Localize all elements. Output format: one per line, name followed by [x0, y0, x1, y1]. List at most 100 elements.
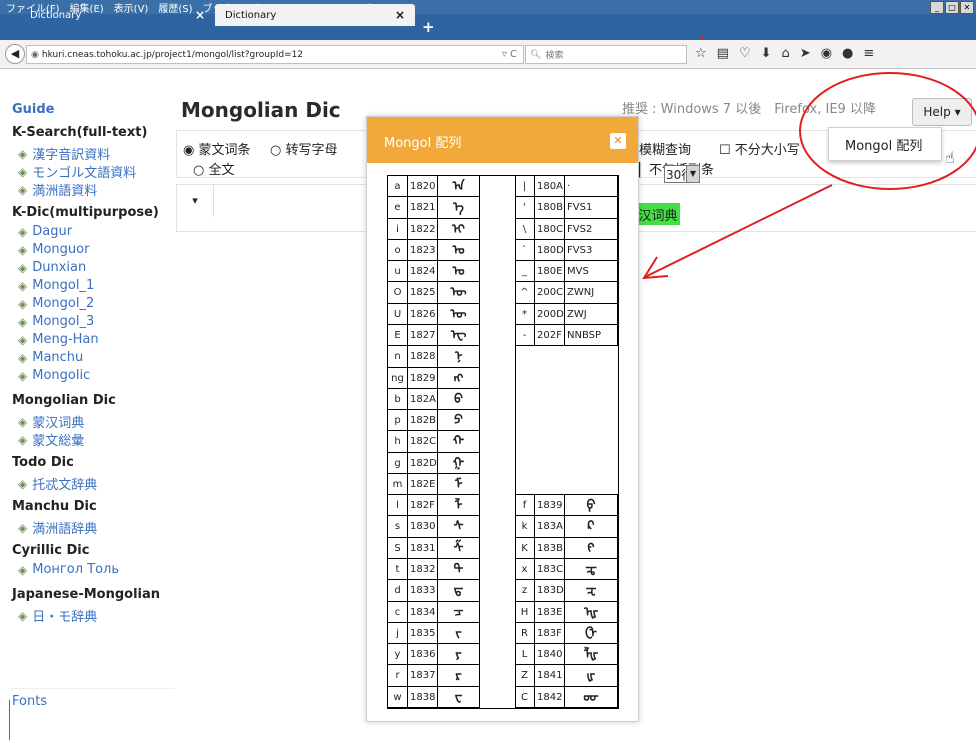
table-cell: * [515, 303, 535, 325]
table-cell: ᠿ [565, 622, 618, 645]
table-cell: ᠲ [438, 559, 480, 581]
table-cell: ᠯ [438, 495, 480, 517]
radio-fulltext[interactable]: ○ 全文 [193, 159, 235, 178]
sidebar-item[interactable]: ◈ Mongol_3 [18, 314, 94, 329]
table-cell: 1833 [408, 580, 438, 602]
table-cell: 202F [535, 324, 565, 347]
table-cell: R [515, 622, 535, 645]
sidebar-item[interactable]: ◈ 日・モ辞典 [18, 606, 97, 626]
table-cell: ᠡ [438, 197, 480, 219]
sidebar-item[interactable]: ◈ 漢字音訳資料 [18, 144, 110, 164]
radio-mongol-entry[interactable]: ◉ 蒙文词条 [183, 139, 251, 158]
sidebar-section-title: K-Search(full-text) [12, 125, 148, 140]
search-input[interactable]: 🔍︎ 検索 [525, 45, 687, 64]
close-tab-icon[interactable]: × [395, 8, 405, 22]
minimize-button[interactable]: _ [930, 1, 944, 14]
table-cell: 182A [408, 388, 438, 411]
reload-icon[interactable]: ▿ C [502, 49, 517, 60]
table-cell: ' [515, 197, 535, 219]
maximize-button[interactable]: □ [945, 1, 959, 14]
hamburger-menu-icon[interactable]: ≡ [863, 46, 874, 61]
book-icon: ◈ [18, 314, 28, 329]
sidebar-item-label: 満洲語資料 [32, 184, 98, 199]
sidebar-item[interactable]: ◈ 蒙文総彙 [18, 430, 84, 450]
table-cell: ng [388, 367, 408, 389]
table-cell: 1836 [408, 644, 438, 666]
sidebar-item[interactable]: ◈ Meng-Han [18, 332, 99, 347]
home-icon[interactable]: ⌂ [782, 46, 790, 61]
dropdown-button[interactable]: ▾ [177, 185, 214, 217]
sidebar-item[interactable]: ◈ Dunxian [18, 260, 86, 275]
sidebar-item-label: Dunxian [32, 260, 87, 275]
sidebar-item[interactable]: ◈ モンゴル文語資料 [18, 162, 136, 182]
table-cell: NNBSP [565, 324, 618, 347]
rows-select[interactable]: 30行 ▼ [664, 165, 700, 183]
help-menu-item-mongol[interactable]: Mongol 配列 [845, 135, 922, 154]
close-window-button[interactable]: ✕ [960, 1, 974, 14]
table-cell: ᠶ [438, 644, 480, 666]
download-icon[interactable]: ⬇ [761, 46, 772, 61]
tab-label: Dictionary [225, 9, 277, 21]
star-icon[interactable]: ☆ [695, 46, 707, 61]
sidebar-item[interactable]: ◈ 満洲語資料 [18, 180, 98, 200]
sidebar-item[interactable]: ◈ 蒙汉词典 [18, 412, 85, 432]
back-button[interactable]: ◀ [5, 44, 25, 64]
table-cell: 182B [408, 410, 438, 432]
sidebar-item[interactable]: ◈ Monguor [18, 242, 89, 257]
sidebar-item[interactable]: ◈ Mongol_2 [18, 296, 94, 311]
sidebar: Guide K-Search(full-text) ◈ 漢字音訳資料 ◈ モンゴル文語資料… [0, 98, 175, 709]
sidebar-item[interactable]: ◈ Mongolic [18, 368, 90, 383]
radio-label: 蒙文词条 [198, 143, 251, 158]
table-cell: ᠹ [565, 495, 618, 517]
search-icon: 🔍︎ [530, 49, 542, 60]
sidebar-item-label: 蒙汉词典 [32, 416, 85, 431]
url-bar[interactable]: ◉ hkuri.cneas.tohoku.ac.jp/project1/mong… [26, 45, 524, 64]
help-button[interactable]: Help ▾ [912, 98, 972, 126]
case-insensitive-checkbox[interactable]: ☐ 不分大小写 [719, 139, 800, 158]
new-tab-button[interactable]: + [422, 18, 435, 36]
sidebar-item[interactable]: ◈ Dagur [18, 224, 72, 239]
table-cell: ᠥ [438, 282, 480, 304]
chat-icon[interactable]: ● [842, 46, 853, 61]
sidebar-section-title: Manchu Dic [12, 499, 97, 514]
sidebar-item-label: Mongolic [32, 368, 91, 383]
radio-transliteration[interactable]: ○ 转写字母 [270, 139, 338, 158]
table-cell: ZWNJ [565, 282, 618, 304]
pocket-icon[interactable]: ♡ [739, 46, 751, 61]
url-text: hkuri.cneas.tohoku.ac.jp/project1/mongol… [41, 49, 304, 60]
sidebar-item[interactable]: ◈ 満洲語辞典 [18, 518, 97, 538]
table-cell: FVS2 [565, 218, 618, 240]
table-cell: f [515, 495, 535, 517]
reading-list-icon[interactable]: ▤ [717, 46, 729, 61]
table-cell: 182C [408, 431, 438, 453]
modal-title: Mongol 配列 [384, 136, 462, 151]
book-icon: ◈ [18, 368, 28, 383]
sidebar-item-label: 托忒文辞典 [32, 478, 98, 493]
table-cell: x [515, 559, 535, 581]
sidebar-fonts-link[interactable]: Fonts [12, 694, 47, 709]
table-cell: 1822 [408, 218, 438, 240]
send-icon[interactable]: ➤ [800, 46, 811, 61]
sidebar-item[interactable]: ◈ Mongol_1 [18, 278, 94, 293]
table-cell: 200D [535, 303, 565, 325]
tab-dictionary-2[interactable]: Dictionary × [215, 4, 415, 26]
sidebar-item[interactable]: ◈ Manchu [18, 350, 83, 365]
table-cell: ᠮ [438, 473, 480, 496]
sidebar-section-title: Japanese-Mongolian [12, 587, 161, 602]
table-cell: ᡀ [565, 644, 618, 666]
sidebar-item[interactable]: ◈ Монгол Толь [18, 562, 119, 577]
table-cell: ^ [515, 282, 535, 304]
dictionary-button[interactable]: 汉词典 [636, 203, 680, 225]
left-edge-line [9, 700, 10, 740]
mongol-layout-modal: Mongol 配列 ✕ a 1820 ᠠ e 1821 ᠡ i 1822 ᠢ o 1823 ᠣ u 182… [366, 116, 639, 722]
book-icon: ◈ [18, 164, 28, 179]
close-tab-icon[interactable]: × [195, 8, 205, 22]
sidebar-item[interactable]: ◈ 托忒文辞典 [18, 474, 98, 494]
tab-dictionary-1[interactable]: Dictionary × [0, 4, 215, 26]
sidebar-guide-link[interactable]: Guide [12, 102, 55, 117]
sync-icon[interactable]: ◉ [821, 46, 832, 61]
table-cell: h [388, 431, 408, 453]
table-cell: y [388, 644, 408, 666]
close-icon[interactable]: ✕ [610, 133, 626, 149]
table-cell: 1841 [535, 665, 565, 687]
